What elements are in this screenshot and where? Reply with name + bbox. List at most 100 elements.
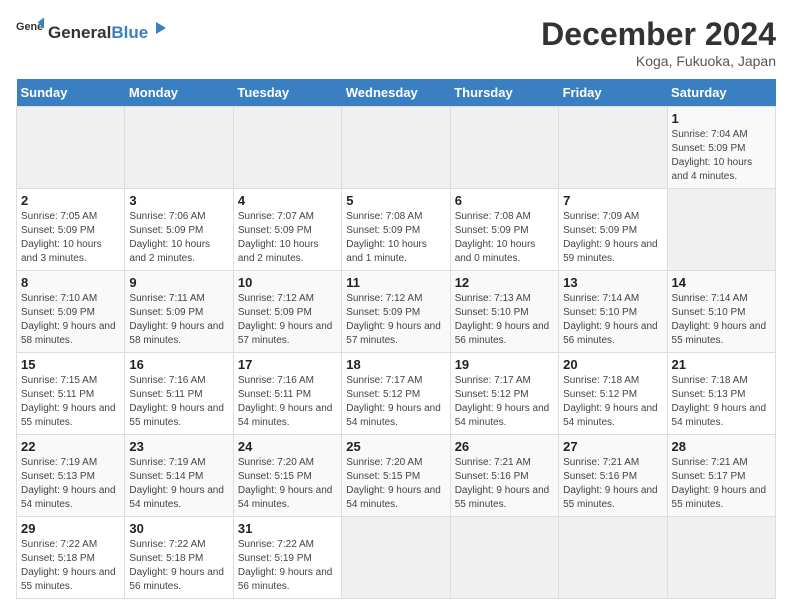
calendar-cell: 30 Sunrise: 7:22 AMSunset: 5:18 PMDayligh… [125,517,233,599]
calendar-cell: 9 Sunrise: 7:11 AMSunset: 5:09 PMDaylight… [125,271,233,353]
day-info: Sunrise: 7:12 AMSunset: 5:09 PMDaylight:… [346,293,441,346]
day-info: Sunrise: 7:11 AMSunset: 5:09 PMDaylight:… [129,293,224,346]
day-info: Sunrise: 7:16 AMSunset: 5:11 PMDaylight:… [129,375,224,428]
day-info: Sunrise: 7:20 AMSunset: 5:15 PMDaylight:… [238,457,333,510]
day-of-week-header: Thursday [450,79,558,107]
calendar-cell: 21 Sunrise: 7:18 AMSunset: 5:13 PMDayligh… [667,353,775,435]
day-info: Sunrise: 7:19 AMSunset: 5:13 PMDaylight:… [21,457,116,510]
calendar-cell: 5Sunrise: 7:08 AMSunset: 5:09 PMDaylight… [342,189,450,271]
day-number: 25 [346,439,445,454]
day-info: Sunrise: 7:10 AMSunset: 5:09 PMDaylight:… [21,293,116,346]
day-info: Sunrise: 7:22 AMSunset: 5:18 PMDaylight:… [21,539,116,592]
calendar-cell: 28 Sunrise: 7:21 AMSunset: 5:17 PMDayligh… [667,435,775,517]
day-number: 12 [455,275,554,290]
day-number: 22 [21,439,120,454]
calendar-cell: 11 Sunrise: 7:12 AMSunset: 5:09 PMDayligh… [342,271,450,353]
day-number: 2 [21,193,120,208]
day-info: Sunrise: 7:05 AMSunset: 5:09 PMDaylight:… [21,211,102,264]
calendar-cell: 20 Sunrise: 7:18 AMSunset: 5:12 PMDayligh… [559,353,667,435]
day-number: 24 [238,439,337,454]
day-info: Sunrise: 7:15 AMSunset: 5:11 PMDaylight:… [21,375,116,428]
calendar-cell-empty [450,107,558,189]
calendar-cell: 31Sunrise: 7:22 AMSunset: 5:19 PMDayligh… [233,517,341,599]
logo-general: General [48,23,111,43]
calendar-cell-empty [125,107,233,189]
day-info: Sunrise: 7:08 AMSunset: 5:09 PMDaylight:… [455,211,536,264]
day-number: 9 [129,275,228,290]
day-info: Sunrise: 7:21 AMSunset: 5:16 PMDaylight:… [455,457,550,510]
day-number: 28 [672,439,771,454]
day-number: 16 [129,357,228,372]
calendar-cell: 14Sunrise: 7:14 AMSunset: 5:10 PMDayligh… [667,271,775,353]
day-info: Sunrise: 7:22 AMSunset: 5:19 PMDaylight:… [238,539,333,592]
calendar-cell: 6 Sunrise: 7:08 AMSunset: 5:09 PMDaylight… [450,189,558,271]
day-of-week-header: Tuesday [233,79,341,107]
day-number: 30 [129,521,228,536]
calendar-table: SundayMondayTuesdayWednesdayThursdayFrid… [16,79,776,599]
calendar-cell: 17Sunrise: 7:16 AMSunset: 5:11 PMDayligh… [233,353,341,435]
logo-blue: Blue [111,23,148,43]
day-of-week-header: Wednesday [342,79,450,107]
day-number: 10 [238,275,337,290]
calendar-cell: 24 Sunrise: 7:20 AMSunset: 5:15 PMDayligh… [233,435,341,517]
calendar-cell: 25 Sunrise: 7:20 AMSunset: 5:15 PMDayligh… [342,435,450,517]
calendar-cell: 10 Sunrise: 7:12 AMSunset: 5:09 PMDayligh… [233,271,341,353]
day-number: 23 [129,439,228,454]
day-number: 4 [238,193,337,208]
day-of-week-header: Saturday [667,79,775,107]
calendar-week-row: 8Sunrise: 7:10 AMSunset: 5:09 PMDaylight… [17,271,776,353]
day-number: 26 [455,439,554,454]
calendar-cell: 16 Sunrise: 7:16 AMSunset: 5:11 PMDayligh… [125,353,233,435]
title-area: December 2024 Koga, Fukuoka, Japan [541,16,776,69]
day-info: Sunrise: 7:12 AMSunset: 5:09 PMDaylight:… [238,293,333,346]
calendar-cell: 15Sunrise: 7:15 AMSunset: 5:11 PMDayligh… [17,353,125,435]
day-number: 21 [672,357,771,372]
day-info: Sunrise: 7:09 AMSunset: 5:09 PMDaylight:… [563,211,658,264]
calendar-cell-empty [667,517,775,599]
calendar-cell: 19 Sunrise: 7:17 AMSunset: 5:12 PMDayligh… [450,353,558,435]
calendar-cell: 3Sunrise: 7:06 AMSunset: 5:09 PMDaylight… [125,189,233,271]
calendar-cell: 29Sunrise: 7:22 AMSunset: 5:18 PMDayligh… [17,517,125,599]
day-info: Sunrise: 7:16 AMSunset: 5:11 PMDaylight:… [238,375,333,428]
calendar-week-row: 29Sunrise: 7:22 AMSunset: 5:18 PMDayligh… [17,517,776,599]
calendar-cell-empty [342,107,450,189]
day-number: 6 [455,193,554,208]
day-info: Sunrise: 7:21 AMSunset: 5:17 PMDaylight:… [672,457,767,510]
day-number: 19 [455,357,554,372]
calendar-subtitle: Koga, Fukuoka, Japan [541,53,776,69]
day-number: 1 [672,111,771,126]
day-info: Sunrise: 7:22 AMSunset: 5:18 PMDaylight:… [129,539,224,592]
day-number: 27 [563,439,662,454]
day-number: 18 [346,357,445,372]
day-number: 13 [563,275,662,290]
day-of-week-header: Friday [559,79,667,107]
calendar-cell-empty [559,517,667,599]
day-info: Sunrise: 7:08 AMSunset: 5:09 PMDaylight:… [346,211,427,264]
day-info: Sunrise: 7:14 AMSunset: 5:10 PMDaylight:… [563,293,658,346]
day-info: Sunrise: 7:19 AMSunset: 5:14 PMDaylight:… [129,457,224,510]
calendar-cell: 13 Sunrise: 7:14 AMSunset: 5:10 PMDayligh… [559,271,667,353]
calendar-cell: 1Sunrise: 7:04 AMSunset: 5:09 PMDaylight… [667,107,775,189]
day-info: Sunrise: 7:14 AMSunset: 5:10 PMDaylight:… [672,293,767,346]
day-info: Sunrise: 7:21 AMSunset: 5:16 PMDaylight:… [563,457,658,510]
calendar-cell: 8Sunrise: 7:10 AMSunset: 5:09 PMDaylight… [17,271,125,353]
day-info: Sunrise: 7:17 AMSunset: 5:12 PMDaylight:… [455,375,550,428]
calendar-cell-empty [667,189,775,271]
calendar-cell-empty [342,517,450,599]
day-info: Sunrise: 7:18 AMSunset: 5:13 PMDaylight:… [672,375,767,428]
calendar-cell: 22 Sunrise: 7:19 AMSunset: 5:13 PMDayligh… [17,435,125,517]
calendar-cell: 2 Sunrise: 7:05 AMSunset: 5:09 PMDaylight… [17,189,125,271]
day-info: Sunrise: 7:07 AMSunset: 5:09 PMDaylight:… [238,211,319,264]
calendar-cell: 7Sunrise: 7:09 AMSunset: 5:09 PMDaylight… [559,189,667,271]
calendar-week-row: 15Sunrise: 7:15 AMSunset: 5:11 PMDayligh… [17,353,776,435]
calendar-cell: 27 Sunrise: 7:21 AMSunset: 5:16 PMDayligh… [559,435,667,517]
calendar-cell: 26 Sunrise: 7:21 AMSunset: 5:16 PMDayligh… [450,435,558,517]
calendar-title: December 2024 [541,16,776,53]
calendar-cell: 23 Sunrise: 7:19 AMSunset: 5:14 PMDayligh… [125,435,233,517]
day-info: Sunrise: 7:18 AMSunset: 5:12 PMDaylight:… [563,375,658,428]
day-info: Sunrise: 7:20 AMSunset: 5:15 PMDaylight:… [346,457,441,510]
day-number: 11 [346,275,445,290]
day-info: Sunrise: 7:06 AMSunset: 5:09 PMDaylight:… [129,211,210,264]
calendar-week-row: 2 Sunrise: 7:05 AMSunset: 5:09 PMDaylight… [17,189,776,271]
day-number: 20 [563,357,662,372]
